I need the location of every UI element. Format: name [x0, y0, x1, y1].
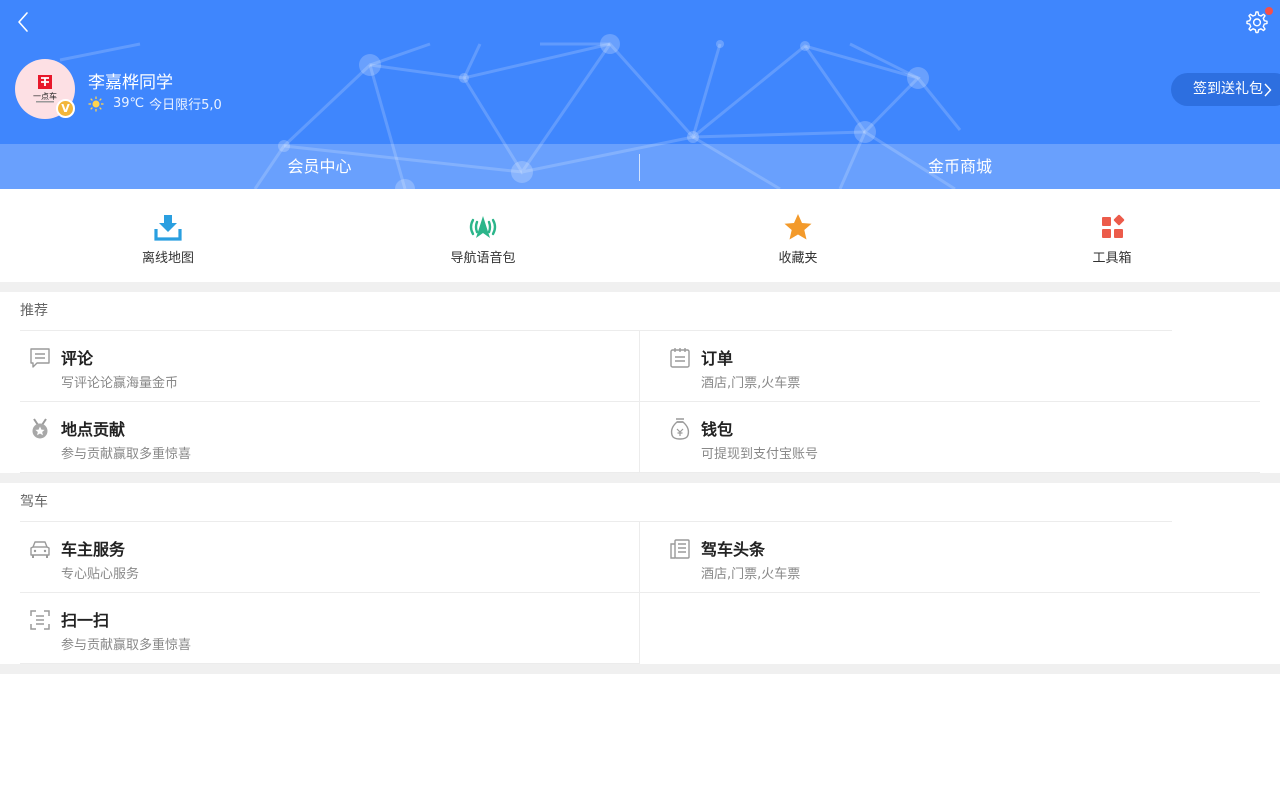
member-tabbar: 会员中心 金币商城 — [0, 144, 1280, 189]
item-title: 扫一扫 — [61, 611, 110, 630]
profile-header: 一点车 V 李嘉桦同学 39℃ 今日限行5,0 签到送礼包 会员中心 金币商城 — [0, 0, 1280, 189]
item-wallet[interactable]: 钱包 可提现到支付宝账号 — [640, 402, 1260, 473]
comment-icon — [30, 348, 50, 368]
username: 李嘉桦同学 — [88, 73, 173, 93]
recommend-section: 推荐 评论 写评论论赢海量金币 订单 酒店,门票,火车票 地点贡献 参与贡献赢取… — [0, 292, 1280, 473]
section-gap — [0, 664, 1280, 674]
vip-badge: V — [56, 99, 75, 118]
item-subtitle: 酒店,门票,火车票 — [701, 567, 801, 582]
item-car-owner-service[interactable]: 车主服务 专心贴心服务 — [20, 522, 640, 593]
item-driving-news[interactable]: 驾车头条 酒店,门票,火车票 — [640, 522, 1260, 593]
quick-voice-pack-label: 导航语音包 — [450, 251, 516, 266]
news-icon — [670, 539, 690, 559]
quick-favorites-label: 收藏夹 — [778, 251, 818, 266]
tab-member-center[interactable]: 会员中心 — [0, 144, 639, 189]
star-icon — [784, 214, 812, 240]
section-title: 驾车 — [20, 494, 48, 510]
item-place-contribution[interactable]: 地点贡献 参与贡献赢取多重惊喜 — [20, 402, 640, 473]
item-title: 驾车头条 — [701, 540, 766, 559]
chevron-left-icon — [18, 12, 28, 32]
item-subtitle: 酒店,门票,火车票 — [701, 376, 801, 391]
driving-section: 驾车 车主服务 专心贴心服务 驾车头条 酒店,门票,火车票 扫一扫 参与贡献赢取… — [0, 483, 1280, 664]
section-gap — [0, 282, 1280, 292]
quick-offline-map-label: 离线地图 — [141, 251, 194, 266]
signin-gift-label: 签到送礼包 — [1193, 81, 1263, 97]
quick-toolbox-label: 工具箱 — [1092, 251, 1132, 266]
item-title: 车主服务 — [61, 540, 126, 559]
scan-icon — [30, 610, 50, 630]
item-subtitle: 专心贴心服务 — [61, 567, 140, 582]
toolbox-icon — [1102, 214, 1125, 238]
medal-icon — [32, 418, 48, 439]
weather-temperature: 39℃ — [113, 96, 145, 111]
tab-coin-mall[interactable]: 金币商城 — [640, 144, 1280, 189]
quick-tools-bar: 离线地图 导航语音包 收藏夹 工具箱 — [0, 189, 1280, 282]
svg-text:一点车: 一点车 — [33, 91, 57, 101]
item-subtitle: 可提现到支付宝账号 — [701, 447, 819, 462]
section-title: 推荐 — [20, 303, 48, 319]
quick-favorites[interactable]: 收藏夹 — [638, 189, 958, 282]
signin-gift-button[interactable]: 签到送礼包 — [1171, 73, 1280, 106]
wallet-icon — [670, 418, 690, 440]
item-title: 钱包 — [701, 420, 734, 439]
item-title: 评论 — [61, 349, 94, 368]
item-title: 订单 — [701, 349, 734, 368]
driving-grid: 车主服务 专心贴心服务 驾车头条 酒店,门票,火车票 扫一扫 参与贡献赢取多重惊… — [20, 521, 1260, 664]
item-subtitle: 参与贡献赢取多重惊喜 — [61, 447, 192, 462]
quick-offline-map[interactable]: 离线地图 — [8, 189, 328, 282]
item-order[interactable]: 订单 酒店,门票,火车票 — [640, 331, 1260, 402]
quick-voice-pack[interactable]: 导航语音包 — [323, 189, 643, 282]
item-comment[interactable]: 评论 写评论论赢海量金币 — [20, 331, 640, 402]
chevron-right-icon — [1264, 83, 1272, 97]
recommend-grid: 评论 写评论论赢海量金币 订单 酒店,门票,火车票 地点贡献 参与贡献赢取多重惊… — [20, 330, 1260, 473]
broadcast-icon — [469, 216, 497, 238]
car-icon — [30, 541, 50, 558]
weather-info: 39℃ 今日限行5,0 — [88, 95, 222, 113]
order-icon — [670, 348, 690, 368]
item-scan[interactable]: 扫一扫 参与贡献赢取多重惊喜 — [20, 593, 640, 664]
traffic-restriction: 今日限行5,0 — [149, 98, 222, 113]
item-subtitle: 参与贡献赢取多重惊喜 — [61, 638, 192, 653]
quick-toolbox[interactable]: 工具箱 — [952, 189, 1272, 282]
item-title: 地点贡献 — [61, 420, 126, 439]
section-gap — [0, 473, 1280, 483]
notification-dot — [1265, 7, 1273, 15]
sun-icon — [88, 96, 104, 111]
item-subtitle: 写评论论赢海量金币 — [61, 376, 179, 391]
back-button[interactable] — [12, 10, 36, 34]
download-icon — [154, 215, 182, 241]
